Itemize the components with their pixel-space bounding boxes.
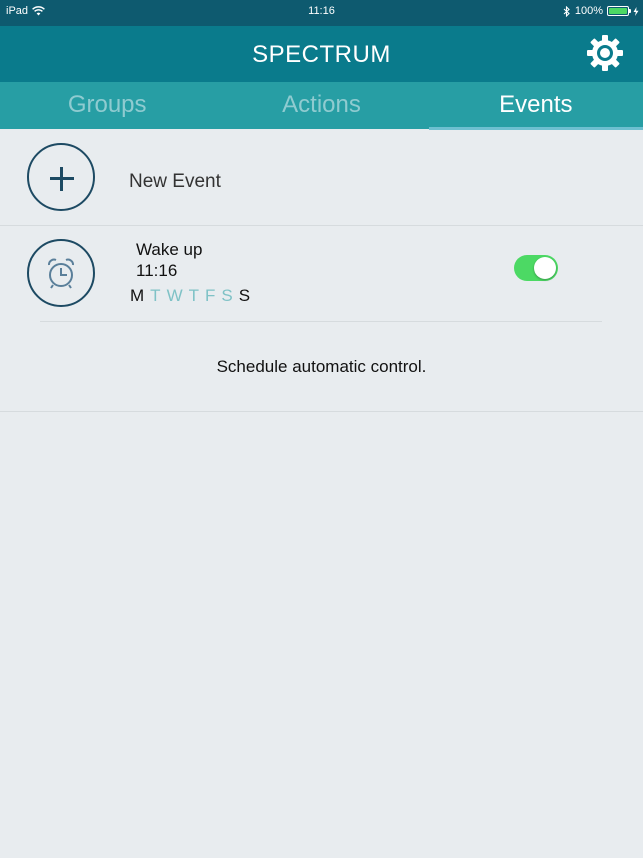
day-friday: F: [205, 286, 216, 305]
battery-percent: 100%: [574, 5, 603, 17]
app-title: SPECTRUM: [252, 41, 391, 68]
status-time: 11:16: [308, 5, 335, 17]
tab-bar: Groups Actions Events: [0, 82, 643, 130]
divider: [0, 411, 643, 412]
day-wednesday: W: [166, 286, 183, 305]
day-saturday: S: [221, 286, 233, 305]
day-monday: M: [130, 286, 145, 305]
new-event-button[interactable]: [27, 143, 95, 211]
day-sunday: S: [238, 286, 251, 305]
new-event-label: New Event: [129, 171, 221, 192]
tab-events[interactable]: Events: [428, 82, 643, 130]
event-row[interactable]: Wake up 11:16 M T W T F S S: [0, 226, 643, 322]
battery-icon: [607, 6, 631, 16]
nav-bar: SPECTRUM: [0, 26, 643, 82]
bluetooth-icon: [563, 5, 570, 17]
tab-groups[interactable]: Groups: [0, 82, 214, 129]
event-enabled-toggle[interactable]: [514, 255, 558, 281]
event-time: 11:16: [136, 261, 178, 280]
event-name: Wake up: [136, 240, 203, 259]
schedule-hint: Schedule automatic control.: [216, 357, 427, 376]
status-bar: iPad 11:16 100%: [0, 0, 643, 26]
divider: [40, 321, 602, 322]
day-thursday: T: [188, 286, 199, 305]
event-days: M T W T F S S: [130, 286, 250, 306]
toggle-knob: [534, 257, 556, 279]
event-icon-circle: [27, 239, 95, 307]
settings-button[interactable]: [585, 33, 625, 73]
alarm-clock-icon: [48, 258, 74, 289]
new-event-row[interactable]: New Event: [0, 129, 643, 226]
day-tuesday: T: [150, 286, 161, 305]
status-right: 100%: [563, 5, 639, 17]
gear-icon: [587, 35, 623, 71]
charging-icon: [633, 6, 639, 16]
tab-actions[interactable]: Actions: [214, 82, 428, 129]
